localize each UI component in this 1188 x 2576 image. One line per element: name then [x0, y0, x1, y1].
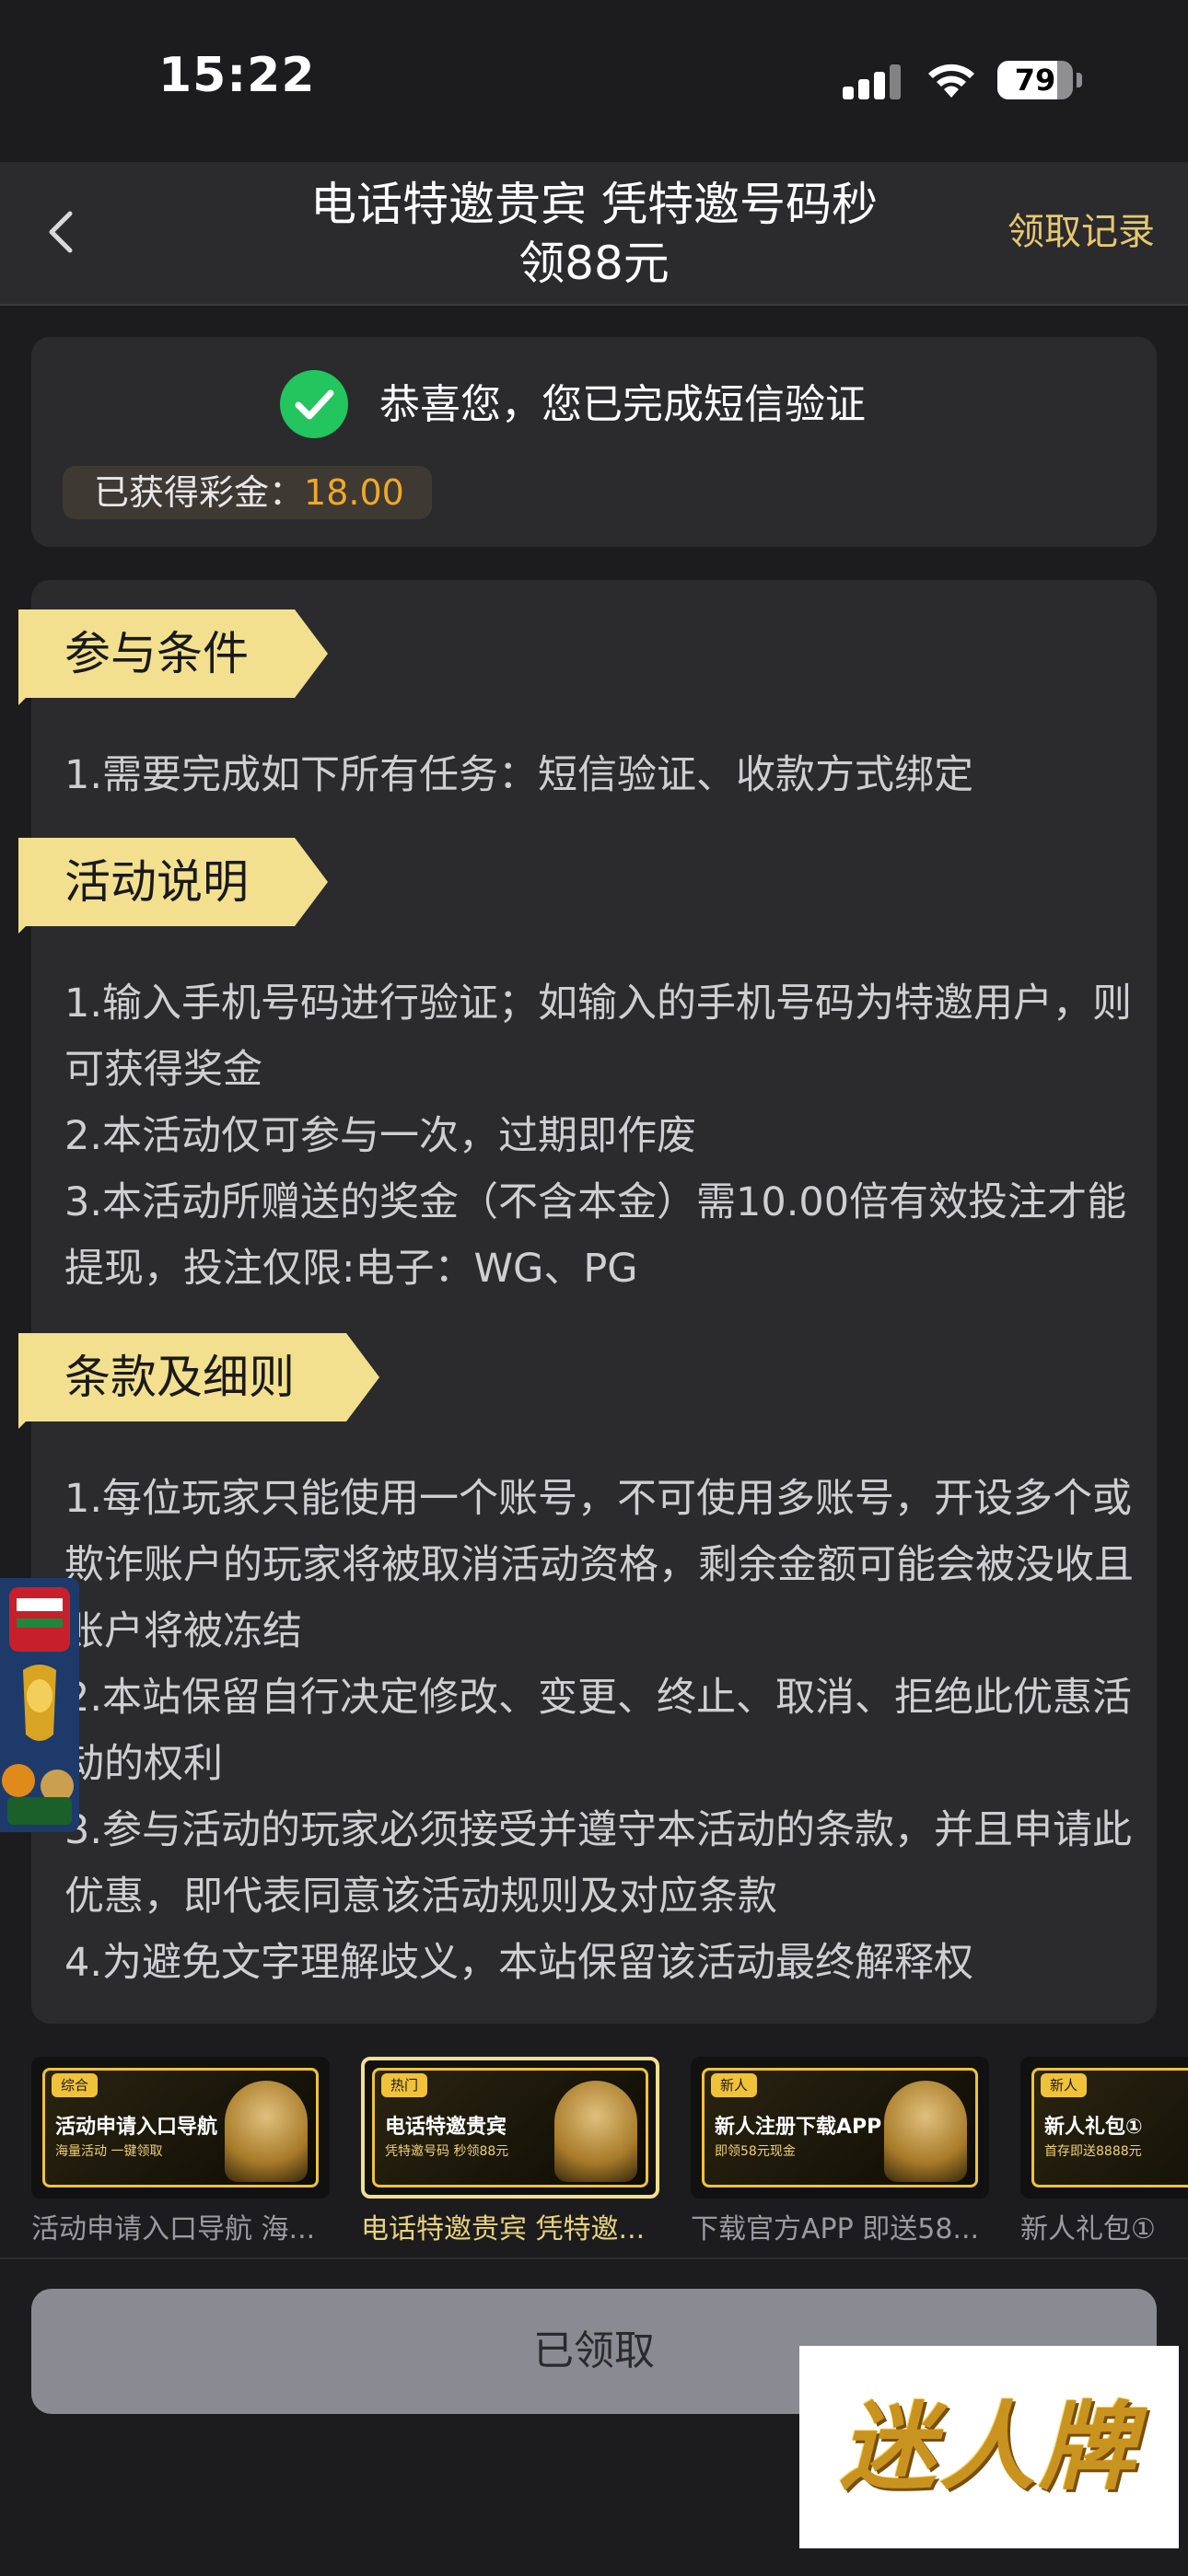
rules-card: 参与条件 1.需要完成如下所有任务：短信验证、收款方式绑定 活动说明 1.输入手…: [18, 580, 1157, 2024]
promo-tag: 新人: [1041, 2073, 1088, 2097]
section-paragraph: 3.本活动所赠送的奖金（不含本金）需10.00倍有效投注才能提现，投注仅限:电子…: [64, 1179, 1127, 1292]
promo-art: [884, 2081, 967, 2182]
section-paragraph: 1.每位玩家只能使用一个账号，不可使用多账号，开设多个或欺诈账户的玩家将被取消活…: [64, 1476, 1134, 1654]
page-title-line-2: 领88元: [518, 237, 670, 290]
back-chevron-icon[interactable]: [37, 206, 88, 258]
section-title: 活动说明: [64, 855, 249, 909]
battery-tip: [1077, 73, 1082, 87]
section-paragraph: 2.本活动仅可参与一次，过期即作废: [64, 1113, 697, 1159]
promo-headline: 新人注册下载APP: [715, 2116, 882, 2139]
claim-records-link[interactable]: 领取记录: [1007, 203, 1155, 261]
promo-card[interactable]: 新人 新人注册下载APP 即领58元现金 下载官方APP 即送58...: [691, 2057, 989, 2248]
promo-headline: 活动申请入口导航: [55, 2116, 218, 2139]
check-circle-icon: [280, 370, 348, 438]
promo-carousel[interactable]: 综合 活动申请入口导航 海量活动 一键领取 活动申请入口导航 海... 热门 电…: [0, 2049, 1188, 2257]
promo-art: [554, 2081, 637, 2182]
section-paragraph: 2.本站保留自行决定修改、变更、终止、取消、拒绝此优惠活动的权利: [64, 1675, 1133, 1787]
trophy-icon: [2, 1587, 74, 1825]
section-tag-description: 活动说明: [18, 838, 328, 934]
battery-icon: 79: [997, 61, 1073, 99]
promo-caption[interactable]: 新人礼包①: [1020, 2211, 1188, 2248]
cellular-signal-icon: [843, 64, 902, 99]
promo-tag: 新人: [711, 2073, 758, 2097]
promo-thumbnail[interactable]: 新人 新人礼包① 首存即送8888元: [1020, 2057, 1188, 2199]
promo-sub: 首存即送8888元: [1044, 2144, 1142, 2159]
section-paragraph: 1.输入手机号码进行验证；如输入的手机号码为特邀用户，则可获得奖金: [64, 981, 1133, 1093]
section-tag-terms: 条款及细则: [18, 1333, 379, 1429]
section-paragraph: 3.参与活动的玩家必须接受并遵守本活动的条款，并且申请此优惠，即代表同意该活动规…: [64, 1807, 1133, 1920]
promo-caption[interactable]: 电话特邀贵宾 凭特邀...: [361, 2211, 659, 2248]
watermark-logo: 迷人牌: [799, 2346, 1179, 2548]
promo-sub: 海量活动 一键领取: [55, 2144, 163, 2159]
section-title: 参与条件: [64, 627, 249, 680]
promo-card-active[interactable]: 热门 电话特邀贵宾 凭特邀号码 秒领88元 电话特邀贵宾 凭特邀...: [361, 2057, 659, 2248]
promo-thumbnail[interactable]: 新人 新人注册下载APP 即领58元现金: [691, 2057, 989, 2199]
section-paragraph: 1.需要完成如下所有任务：短信验证、收款方式绑定: [64, 752, 974, 798]
prize-badge: 已获得彩金：18.00: [63, 466, 432, 519]
promo-tag: 综合: [52, 2073, 99, 2097]
prize-label: 已获得彩金：: [94, 472, 305, 513]
success-message: 恭喜您，您已完成短信验证: [379, 381, 866, 428]
nav-bar: 电话特邀贵宾 凭特邀号码秒 领88元 领取记录: [0, 162, 1188, 306]
promo-sub: 即领58元现金: [715, 2144, 796, 2159]
page-title: 电话特邀贵宾 凭特邀号码秒 领88元: [249, 175, 939, 293]
promo-headline: 新人礼包①: [1044, 2116, 1143, 2139]
battery-percent: 79: [1014, 63, 1056, 98]
status-time: 15:22: [158, 48, 316, 103]
promo-thumbnail[interactable]: 热门 电话特邀贵宾 凭特邀号码 秒领88元: [361, 2057, 659, 2199]
promo-card[interactable]: 综合 活动申请入口导航 海量活动 一键领取 活动申请入口导航 海...: [31, 2057, 330, 2248]
section-tag-conditions: 参与条件: [18, 609, 328, 705]
status-bar: 15:22 79: [0, 0, 1188, 162]
promo-tag: 热门: [381, 2073, 428, 2097]
section-title: 条款及细则: [64, 1351, 295, 1404]
prize-value: 18.00: [304, 472, 404, 513]
wifi-icon: [928, 64, 974, 98]
page-title-line-1: 电话特邀贵宾 凭特邀号码秒: [310, 178, 878, 231]
promo-sub: 凭特邀号码 秒领88元: [385, 2144, 509, 2159]
promo-caption[interactable]: 活动申请入口导航 海...: [31, 2211, 330, 2248]
promo-thumbnail[interactable]: 综合 活动申请入口导航 海量活动 一键领取: [31, 2057, 330, 2199]
promo-art: [225, 2081, 308, 2182]
promo-headline: 电话特邀贵宾: [385, 2116, 507, 2139]
floating-promo-widget[interactable]: [0, 1578, 79, 1832]
promo-card[interactable]: 新人 新人礼包① 首存即送8888元 新人礼包①: [1020, 2057, 1188, 2248]
verification-success-card: 恭喜您，您已完成短信验证 已获得彩金：18.00: [31, 337, 1157, 547]
promo-caption[interactable]: 下载官方APP 即送58...: [691, 2211, 989, 2248]
section-paragraph: 4.为避免文字理解歧义，本站保留该活动最终解释权: [64, 1940, 974, 1986]
watermark-text: 迷人牌: [839, 2391, 1138, 2503]
